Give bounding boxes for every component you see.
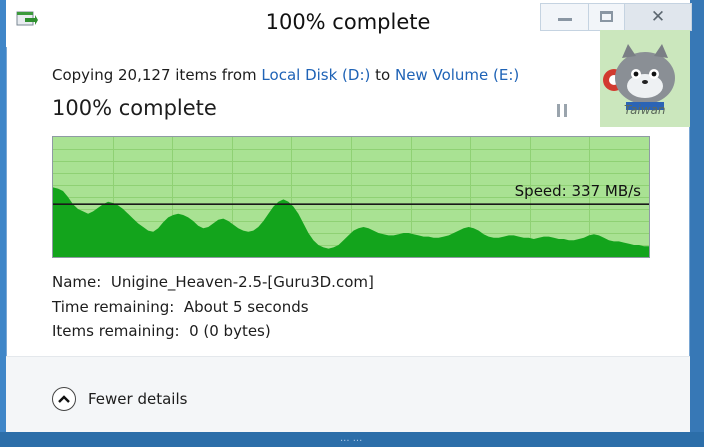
detail-name-row: Name: Unigine_Heaven-2.5-[Guru3D.com]	[52, 273, 374, 291]
transfer-speed-graph: Speed: 337 MB/s	[52, 136, 650, 258]
detail-time-row: Time remaining: About 5 seconds	[52, 298, 309, 316]
detail-items-value: 0 (0 bytes)	[189, 322, 271, 340]
detail-items-row: Items remaining: 0 (0 bytes)	[52, 322, 271, 340]
copy-summary: Copying 20,127 items from Local Disk (D:…	[52, 66, 519, 84]
pause-icon-bar-left	[557, 104, 560, 117]
minimize-icon	[558, 18, 572, 21]
speed-label: Speed: 337 MB/s	[514, 182, 641, 201]
detail-time-value: About 5 seconds	[183, 298, 309, 316]
pause-icon-bar-right	[564, 104, 567, 117]
copy-progress-dialog: 100% complete ✕ Taiwan Copying 20,127 it…	[6, 0, 692, 432]
maximize-icon	[600, 11, 613, 22]
detail-items-label: Items remaining:	[52, 322, 180, 340]
pause-button[interactable]	[557, 104, 569, 118]
copy-summary-to: to	[370, 66, 395, 84]
maximize-button[interactable]	[588, 3, 625, 31]
fewer-details-button[interactable]	[52, 387, 76, 411]
title-bar[interactable]: 100% complete ✕	[6, 0, 692, 47]
progress-percent: 100% complete	[52, 96, 217, 120]
desktop-background-right	[690, 0, 704, 447]
close-icon: ✕	[650, 7, 666, 27]
background-text: ... ...	[340, 433, 363, 444]
destination-link[interactable]: New Volume (E:)	[395, 66, 519, 84]
desktop-background-bottom: ... ...	[0, 432, 704, 447]
detail-name-value: Unigine_Heaven-2.5-[Guru3D.com]	[110, 273, 374, 291]
detail-time-label: Time remaining:	[52, 298, 175, 316]
minimize-button[interactable]	[540, 3, 589, 31]
dialog-footer: Fewer details	[6, 357, 690, 432]
detail-name-label: Name:	[52, 273, 102, 291]
fewer-details-label[interactable]: Fewer details	[88, 390, 187, 408]
copy-summary-text: Copying 20,127 items from	[52, 66, 262, 84]
chevron-up-icon	[58, 395, 70, 403]
close-button[interactable]: ✕	[624, 3, 692, 31]
sticker-watermark: Taiwan	[624, 103, 666, 117]
source-link[interactable]: Local Disk (D:)	[261, 66, 370, 84]
